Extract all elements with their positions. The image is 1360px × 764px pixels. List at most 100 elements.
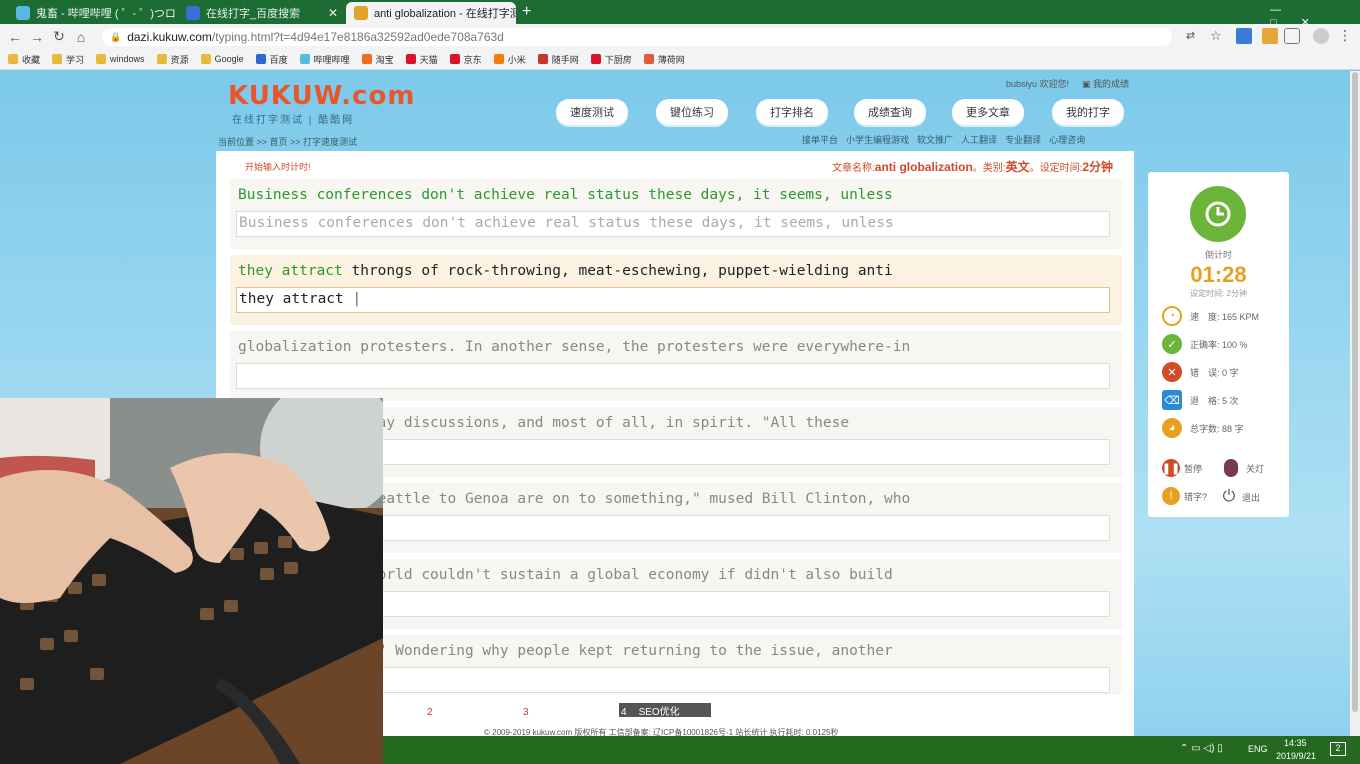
errors-stat: ✕ 错 误: 0 字	[1162, 362, 1239, 382]
lights-off-button[interactable]: 关灯	[1224, 459, 1264, 477]
translate-icon[interactable]: ⇄	[1186, 29, 1195, 42]
url-input[interactable]: 🔒 dazi.kukuw.com /typing.html?t=4d94e17e…	[102, 28, 1172, 46]
bookmark-item[interactable]: 资源	[156, 53, 189, 66]
tab-title: 在线打字_百度搜索	[206, 8, 301, 20]
footer-link[interactable]: 3 深圳猎头公司	[523, 703, 619, 718]
source-line: they attract throngs of rock-throwing, m…	[238, 263, 893, 279]
promo-link[interactable]: 接单平台	[802, 133, 838, 146]
new-tab-button[interactable]: +	[522, 3, 531, 21]
promo-link[interactable]: 软文推广	[917, 133, 953, 146]
clock-icon	[1190, 186, 1246, 242]
typing-row: Business conferences don't achieve real …	[230, 179, 1122, 249]
report-typo-button[interactable]: ! 错字?	[1162, 487, 1207, 505]
site-logo[interactable]: KUKUW.com	[228, 81, 415, 111]
browser-tab-bar: 鬼畜 - 哔哩哔哩 ( ゜- ゜)つロ 干杯 ✕ 在线打字_百度搜索 ✕ ant…	[0, 0, 1360, 29]
reload-icon[interactable]: ↻	[48, 28, 70, 45]
accuracy-stat: ✓ 正确率: 100 %	[1162, 334, 1248, 354]
promo-link[interactable]: 专业翻译	[1005, 133, 1041, 146]
total-chars-stat: ◕ 总字数: 88 字	[1162, 418, 1244, 438]
promo-link[interactable]: 小学生编程游戏	[846, 133, 909, 146]
bookmark-item[interactable]: 下厨房	[590, 53, 632, 66]
pie-chart-icon: ◕	[1162, 418, 1182, 438]
typing-row: globalization protesters. In another sen…	[230, 331, 1122, 401]
bookmark-item[interactable]: windows	[96, 54, 145, 64]
bookmark-item[interactable]: 随手网	[537, 53, 579, 66]
menu-icon[interactable]: ⋮	[1338, 27, 1352, 44]
promo-link[interactable]: 心理咨询	[1049, 133, 1085, 146]
nav-speed-test[interactable]: 速度测试	[556, 99, 628, 125]
footer-link[interactable]: 5 一氧化碳检测仪	[717, 703, 813, 718]
speedometer-icon: ◔	[1162, 306, 1182, 326]
extension-icon[interactable]	[1262, 28, 1278, 44]
bookmark-item[interactable]: 百度	[255, 53, 288, 66]
footer-link[interactable]: 检测仪	[383, 703, 427, 718]
extension-icon[interactable]	[1284, 28, 1300, 44]
bulb-icon	[1224, 459, 1238, 477]
alert-icon: !	[1162, 487, 1180, 505]
footer-link[interactable]: 2 小程序开发	[427, 703, 523, 718]
nav-key-practice[interactable]: 键位练习	[656, 99, 728, 125]
extension-icon[interactable]	[1236, 28, 1252, 44]
typing-row-current: they attract throngs of rock-throwing, m…	[230, 255, 1122, 325]
check-icon: ✓	[1162, 334, 1182, 354]
start-hint: 开始输入时计时!	[245, 162, 311, 172]
typing-input[interactable]: Business conferences don't achieve real …	[236, 211, 1110, 237]
exit-button[interactable]: ⏻ 退出	[1220, 487, 1260, 507]
webcam-overlay	[0, 398, 383, 764]
notification-icon[interactable]: 2	[1330, 742, 1346, 756]
promo-link[interactable]: 人工翻译	[961, 133, 997, 146]
avatar[interactable]	[1313, 28, 1329, 44]
backspace-icon: ⌫	[1162, 390, 1182, 410]
countdown-timer: 01:28	[1190, 262, 1247, 287]
bookmark-item[interactable]: Google	[200, 54, 244, 64]
bookmarks-bar: 收藏 学习 windows 资源 Google 百度 哔哩哔哩 淘宝 天猫 京东…	[0, 49, 1360, 70]
page-scrollbar-thumb[interactable]	[1352, 72, 1358, 712]
bookmark-item[interactable]: 哔哩哔哩	[299, 53, 350, 66]
speed-stat: ◔ 速 度: 165 KPM	[1162, 306, 1259, 326]
clock-time[interactable]: 14:35	[1284, 738, 1307, 748]
baidu-favicon-icon	[186, 6, 200, 20]
typing-input-active[interactable]: they attract |	[236, 287, 1110, 313]
nav-more-articles[interactable]: 更多文章	[952, 99, 1024, 125]
address-bar-row: ← → ↻ ⌂ 🔒 dazi.kukuw.com /typing.html?t=…	[0, 24, 1360, 49]
tab-bilibili[interactable]: 鬼畜 - 哔哩哔哩 ( ゜- ゜)つロ 干杯 ✕	[8, 2, 176, 24]
my-results-link[interactable]: ▣ 我的成绩	[1082, 77, 1129, 90]
bookmark-item[interactable]: 小米	[493, 53, 526, 66]
nav-ranking[interactable]: 打字排名	[756, 99, 828, 125]
star-icon[interactable]: ☆	[1210, 28, 1222, 44]
forward-icon[interactable]: →	[26, 29, 48, 45]
home-icon[interactable]: ⌂	[70, 29, 92, 45]
tray-icons[interactable]: ⌃ ▭ ◁) ▯	[1180, 743, 1223, 754]
bookmark-item[interactable]: 天猫	[405, 53, 438, 66]
breadcrumb[interactable]: 当前位置 >> 首页 >> 打字速度测试	[218, 135, 357, 148]
input-language[interactable]: ENG	[1248, 744, 1268, 754]
pause-button[interactable]: ❚❚ 暂停	[1162, 459, 1202, 477]
close-icon[interactable]: ✕	[320, 6, 338, 20]
stats-panel: 倒计时 01:28 设定时间: 2分钟 ◔ 速 度: 165 KPM ✓ 正确率: …	[1148, 172, 1289, 517]
tab-baidu[interactable]: 在线打字_百度搜索 ✕	[178, 2, 346, 24]
nav-my-typing[interactable]: 我的打字	[1052, 99, 1124, 125]
tab-kukuw[interactable]: anti globalization - 在线打字测 ✕	[346, 2, 516, 24]
nav-score-query[interactable]: 成绩查询	[854, 99, 926, 125]
copyright: © 2009-2019 kukuw.com 版权所有 工信部备案: 辽ICP备1…	[484, 728, 839, 736]
bookmark-item[interactable]: 学习	[52, 53, 84, 66]
article-info: 文章名称:anti globalization。类别:英文。设定时间:2分钟	[832, 160, 1114, 174]
typing-input[interactable]	[236, 363, 1110, 389]
countdown-label: 倒计时	[1204, 250, 1232, 260]
footer-links: 检测仪 2 小程序开发 3 深圳猎头公司 4 SEO优化 5 一氧化碳检测仪 6 产品设计…	[383, 703, 1133, 718]
source-line: Business conferences don't achieve real …	[238, 187, 893, 203]
bookmark-item[interactable]: 薄荷网	[643, 53, 685, 66]
footer-link[interactable]: 6 产品设计公司	[813, 703, 911, 718]
bookmark-item[interactable]: 收藏	[8, 53, 40, 66]
back-icon[interactable]: ←	[4, 29, 26, 45]
article-category: 英文	[1005, 160, 1030, 174]
footer-link[interactable]: 7 微商分销系统	[911, 703, 1007, 718]
clock-date[interactable]: 2019/9/21	[1276, 751, 1316, 761]
webcam-photo	[0, 398, 383, 764]
tab-title: 鬼畜 - 哔哩哔哩 ( ゜- ゜)つロ 干杯	[36, 8, 176, 20]
article-name: anti globalization	[874, 160, 973, 174]
footer-link[interactable]: 4 SEO优化	[619, 703, 711, 718]
bookmark-item[interactable]: 京东	[449, 53, 482, 66]
bilibili-favicon-icon	[16, 6, 30, 20]
bookmark-item[interactable]: 淘宝	[361, 53, 394, 66]
